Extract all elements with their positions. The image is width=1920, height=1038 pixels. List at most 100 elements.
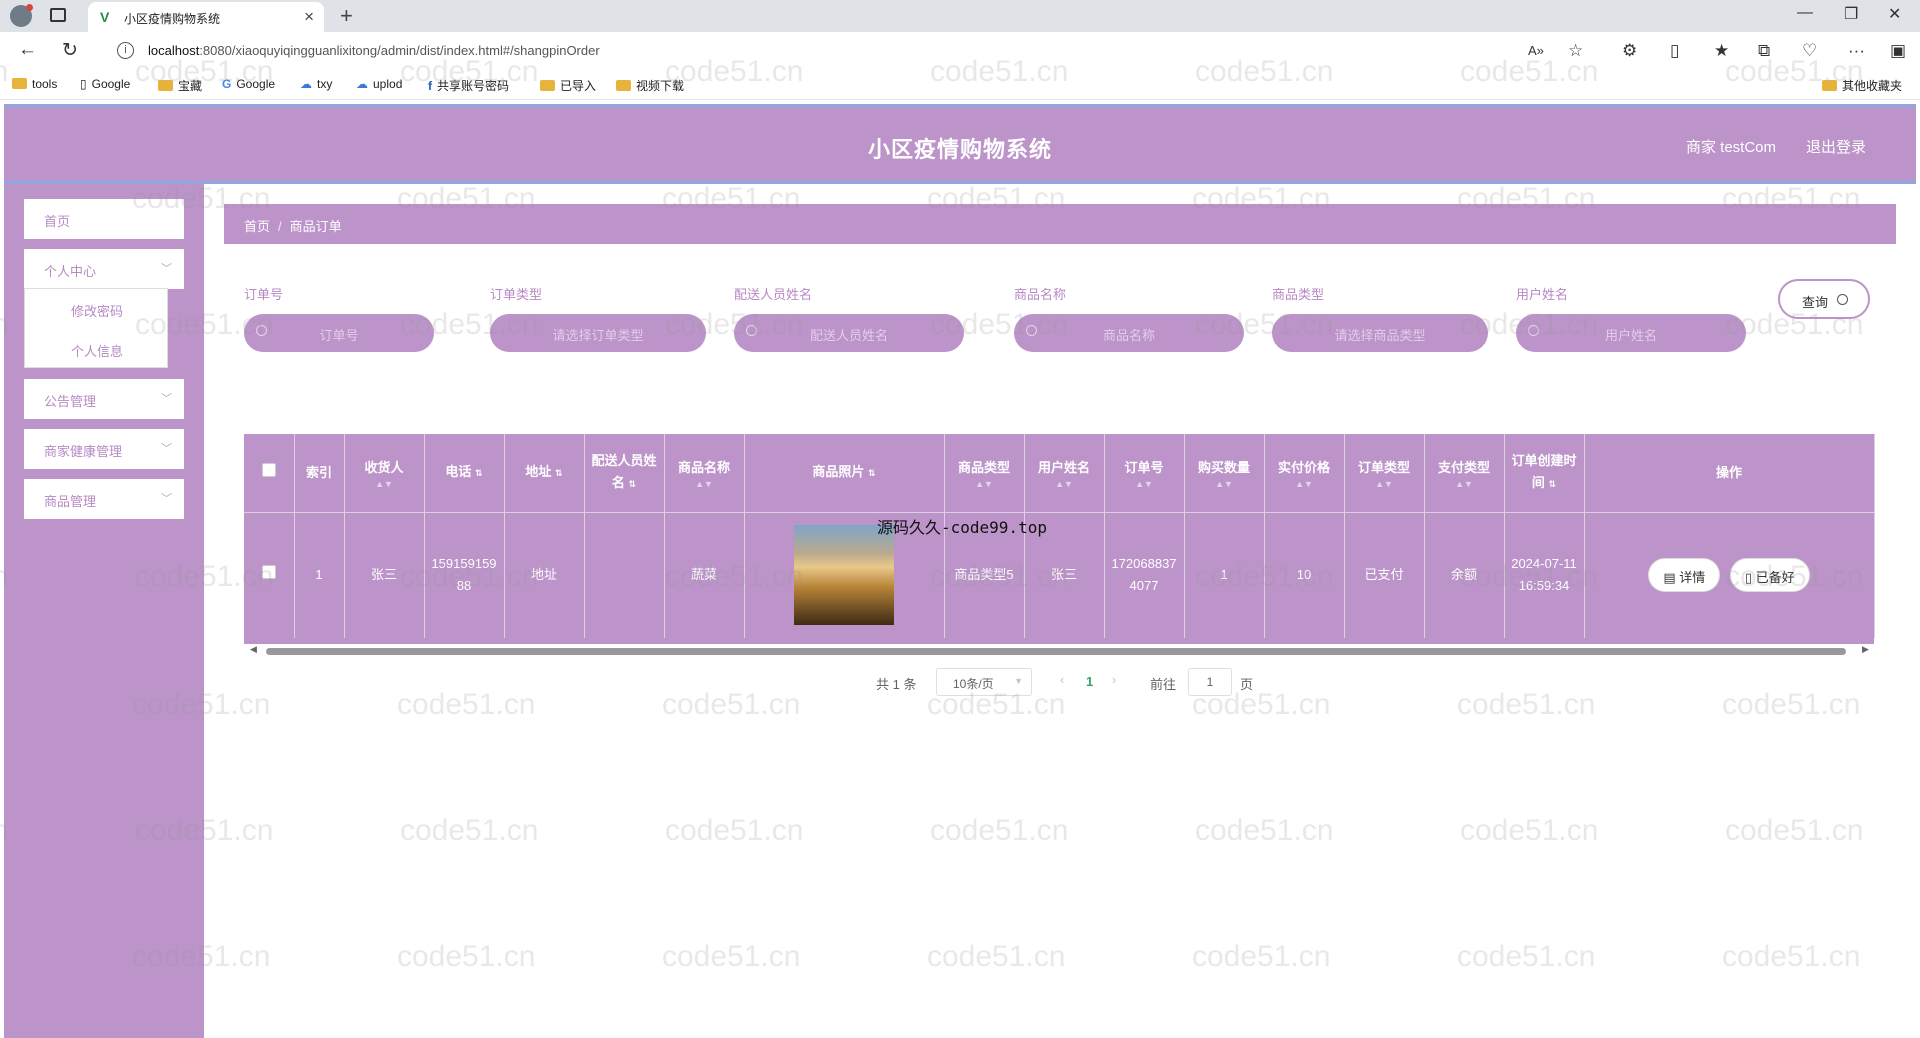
product-type-select[interactable]: 请选择商品类型 (1272, 314, 1488, 352)
sidebar-item-personal-center[interactable]: 个人中心 ﹀ (24, 249, 184, 289)
sidebar-item-home[interactable]: 首页 (24, 199, 184, 239)
select-all-checkbox[interactable] (244, 434, 295, 512)
bookmark-video-download[interactable]: 视频下载 (616, 77, 684, 94)
column-header-label: 购买数量 (1197, 459, 1250, 475)
goto-page-input[interactable]: 1 (1188, 668, 1232, 696)
column-header[interactable]: 电话 ⇅ (424, 434, 505, 512)
browser-tab[interactable]: V 小区疫情购物系统 × (88, 2, 324, 32)
refresh-icon[interactable]: ↻ (62, 39, 78, 62)
read-aloud-icon[interactable]: A» (1528, 43, 1544, 58)
extensions-icon[interactable]: ⚙ (1622, 41, 1637, 61)
bookmark-imported[interactable]: 已导入 (540, 77, 596, 94)
cloud-icon: ☁ (300, 77, 312, 91)
favorite-star-icon[interactable]: ☆ (1568, 41, 1583, 61)
sort-icon[interactable]: ▲▼ (1029, 479, 1100, 489)
page-size-select[interactable]: 10条/页 ▼ (936, 668, 1032, 696)
sort-icon[interactable]: ⇅ (868, 468, 876, 478)
chevron-down-icon: ﹀ (161, 263, 172, 275)
restore-icon[interactable]: ❐ (1844, 4, 1858, 24)
column-header[interactable]: 订单类型 ▲▼ (1344, 434, 1425, 512)
sort-icon[interactable]: ▲▼ (1429, 479, 1500, 489)
bookmark-txy[interactable]: ☁ txy (300, 77, 332, 91)
sort-icon[interactable]: ▲▼ (669, 479, 740, 489)
product-name-input[interactable]: 商品名称 (1014, 314, 1244, 352)
prev-page-icon[interactable]: ‹ (1060, 672, 1064, 687)
sort-icon[interactable]: ⇅ (1549, 479, 1557, 489)
column-header[interactable]: 订单号 ▲▼ (1104, 434, 1185, 512)
product-photo[interactable] (794, 525, 894, 626)
detail-button[interactable]: ▤ 详情 (1648, 558, 1721, 593)
current-user: 商家 testCom (1686, 139, 1777, 156)
more-menu-icon[interactable]: ··· (1848, 41, 1865, 61)
profile-avatar-icon[interactable] (10, 4, 33, 27)
bookmark-tools[interactable]: tools (12, 77, 57, 91)
sidebar-toggle-icon[interactable]: ▣ (1890, 41, 1906, 61)
logout-link[interactable]: 退出登录 (1806, 136, 1866, 157)
sidebar-item-merchant-health[interactable]: 商家健康管理 ﹀ (24, 429, 184, 469)
column-header[interactable]: 订单创建时间 ⇅ (1504, 434, 1585, 512)
column-header[interactable]: 用户姓名 ▲▼ (1024, 434, 1105, 512)
bookmark-other-favorites[interactable]: 其他收藏夹 (1822, 77, 1902, 94)
table-horizontal-scrollbar[interactable]: ◀ ▶ (244, 644, 1874, 658)
sidebar-item-announcements[interactable]: 公告管理 ﹀ (24, 379, 184, 419)
sort-icon[interactable]: ▲▼ (949, 479, 1020, 489)
window-close-icon[interactable]: ✕ (1888, 4, 1901, 24)
bookmark-google[interactable]: G Google (222, 77, 275, 91)
next-page-icon[interactable]: › (1112, 672, 1116, 687)
bookmark-uplod[interactable]: ☁ uplod (356, 77, 402, 91)
bookmark-treasure[interactable]: 宝藏 (158, 77, 202, 94)
column-header[interactable]: 商品类型 ▲▼ (944, 434, 1025, 512)
order-type-select[interactable]: 请选择订单类型 (490, 314, 706, 352)
sort-icon[interactable]: ▲▼ (1349, 479, 1420, 489)
scroll-left-icon[interactable]: ◀ (250, 644, 257, 655)
collections-icon[interactable]: ⧉ (1758, 41, 1770, 61)
bookmark-google-page[interactable]: ▯ Google (80, 77, 130, 91)
column-header[interactable]: 购买数量 ▲▼ (1184, 434, 1265, 512)
sidebar-item-products[interactable]: 商品管理 ﹀ (24, 479, 184, 519)
scrollbar-thumb[interactable] (266, 648, 1846, 655)
browser-essentials-icon[interactable]: ♡ (1802, 41, 1817, 61)
minimize-icon[interactable]: — (1797, 4, 1813, 22)
column-header[interactable]: 收货人 ▲▼ (344, 434, 425, 512)
sort-icon[interactable]: ⇅ (629, 479, 637, 489)
bookmark-shared-passwords[interactable]: f 共享账号密码 (428, 77, 509, 94)
back-icon[interactable]: ← (18, 39, 37, 61)
new-tab-icon[interactable]: + (340, 3, 353, 29)
user-name-input[interactable]: 用户姓名 (1516, 314, 1746, 352)
column-header[interactable]: 实付价格 ▲▼ (1264, 434, 1345, 512)
column-header[interactable]: 商品照片 ⇅ (744, 434, 945, 512)
tab-actions-icon[interactable] (50, 8, 66, 22)
submenu-change-password[interactable]: 修改密码 (25, 301, 169, 320)
column-header-label: 地址 (525, 464, 552, 480)
favorites-icon[interactable]: ★ (1714, 41, 1729, 61)
scroll-right-icon[interactable]: ▶ (1862, 644, 1869, 655)
column-header[interactable]: 地址 ⇅ (504, 434, 585, 512)
column-header-label: 商品名称 (677, 459, 730, 475)
column-header[interactable]: 支付类型 ▲▼ (1424, 434, 1505, 512)
sort-icon[interactable]: ▲▼ (1269, 479, 1340, 489)
submenu-personal-info[interactable]: 个人信息 (25, 341, 169, 360)
shared-icon: f (428, 79, 432, 93)
current-page-number[interactable]: 1 (1086, 674, 1093, 689)
breadcrumb-home[interactable]: 首页 (244, 219, 270, 234)
sort-icon[interactable]: ⇅ (555, 468, 563, 478)
table-header-row: 索引 收货人 ▲▼ 电话 ⇅ 地址 ⇅ 配送人员姓名 ⇅ 商品名称 ▲▼ 商品照片 … (244, 434, 1875, 512)
courier-name-input[interactable]: 配送人员姓名 (734, 314, 964, 352)
site-info-icon[interactable]: i (117, 42, 134, 59)
cell-order-no: 1720688374077 (1104, 511, 1185, 638)
sort-icon[interactable]: ⇅ (475, 468, 483, 478)
sort-icon[interactable]: ▲▼ (349, 479, 420, 489)
address-bar[interactable]: localhost:8080/xiaoquyiqingguanlixitong/… (148, 43, 600, 58)
split-screen-icon[interactable]: ▯ (1670, 41, 1679, 61)
column-header[interactable]: 配送人员姓名 ⇅ (584, 434, 665, 512)
column-header[interactable]: 商品名称 ▲▼ (664, 434, 745, 512)
sort-icon[interactable]: ▲▼ (1189, 479, 1260, 489)
tab-close-icon[interactable]: × (304, 7, 314, 27)
cell-address: 地址 (504, 511, 585, 638)
vue-favicon-icon: V (100, 9, 110, 25)
order-no-input[interactable]: 订单号 (244, 314, 434, 352)
query-button[interactable]: 查询 (1778, 279, 1870, 319)
prepared-button[interactable]: ▯ 已备好 (1729, 558, 1810, 593)
row-checkbox[interactable] (244, 511, 295, 638)
sort-icon[interactable]: ▲▼ (1109, 479, 1180, 489)
